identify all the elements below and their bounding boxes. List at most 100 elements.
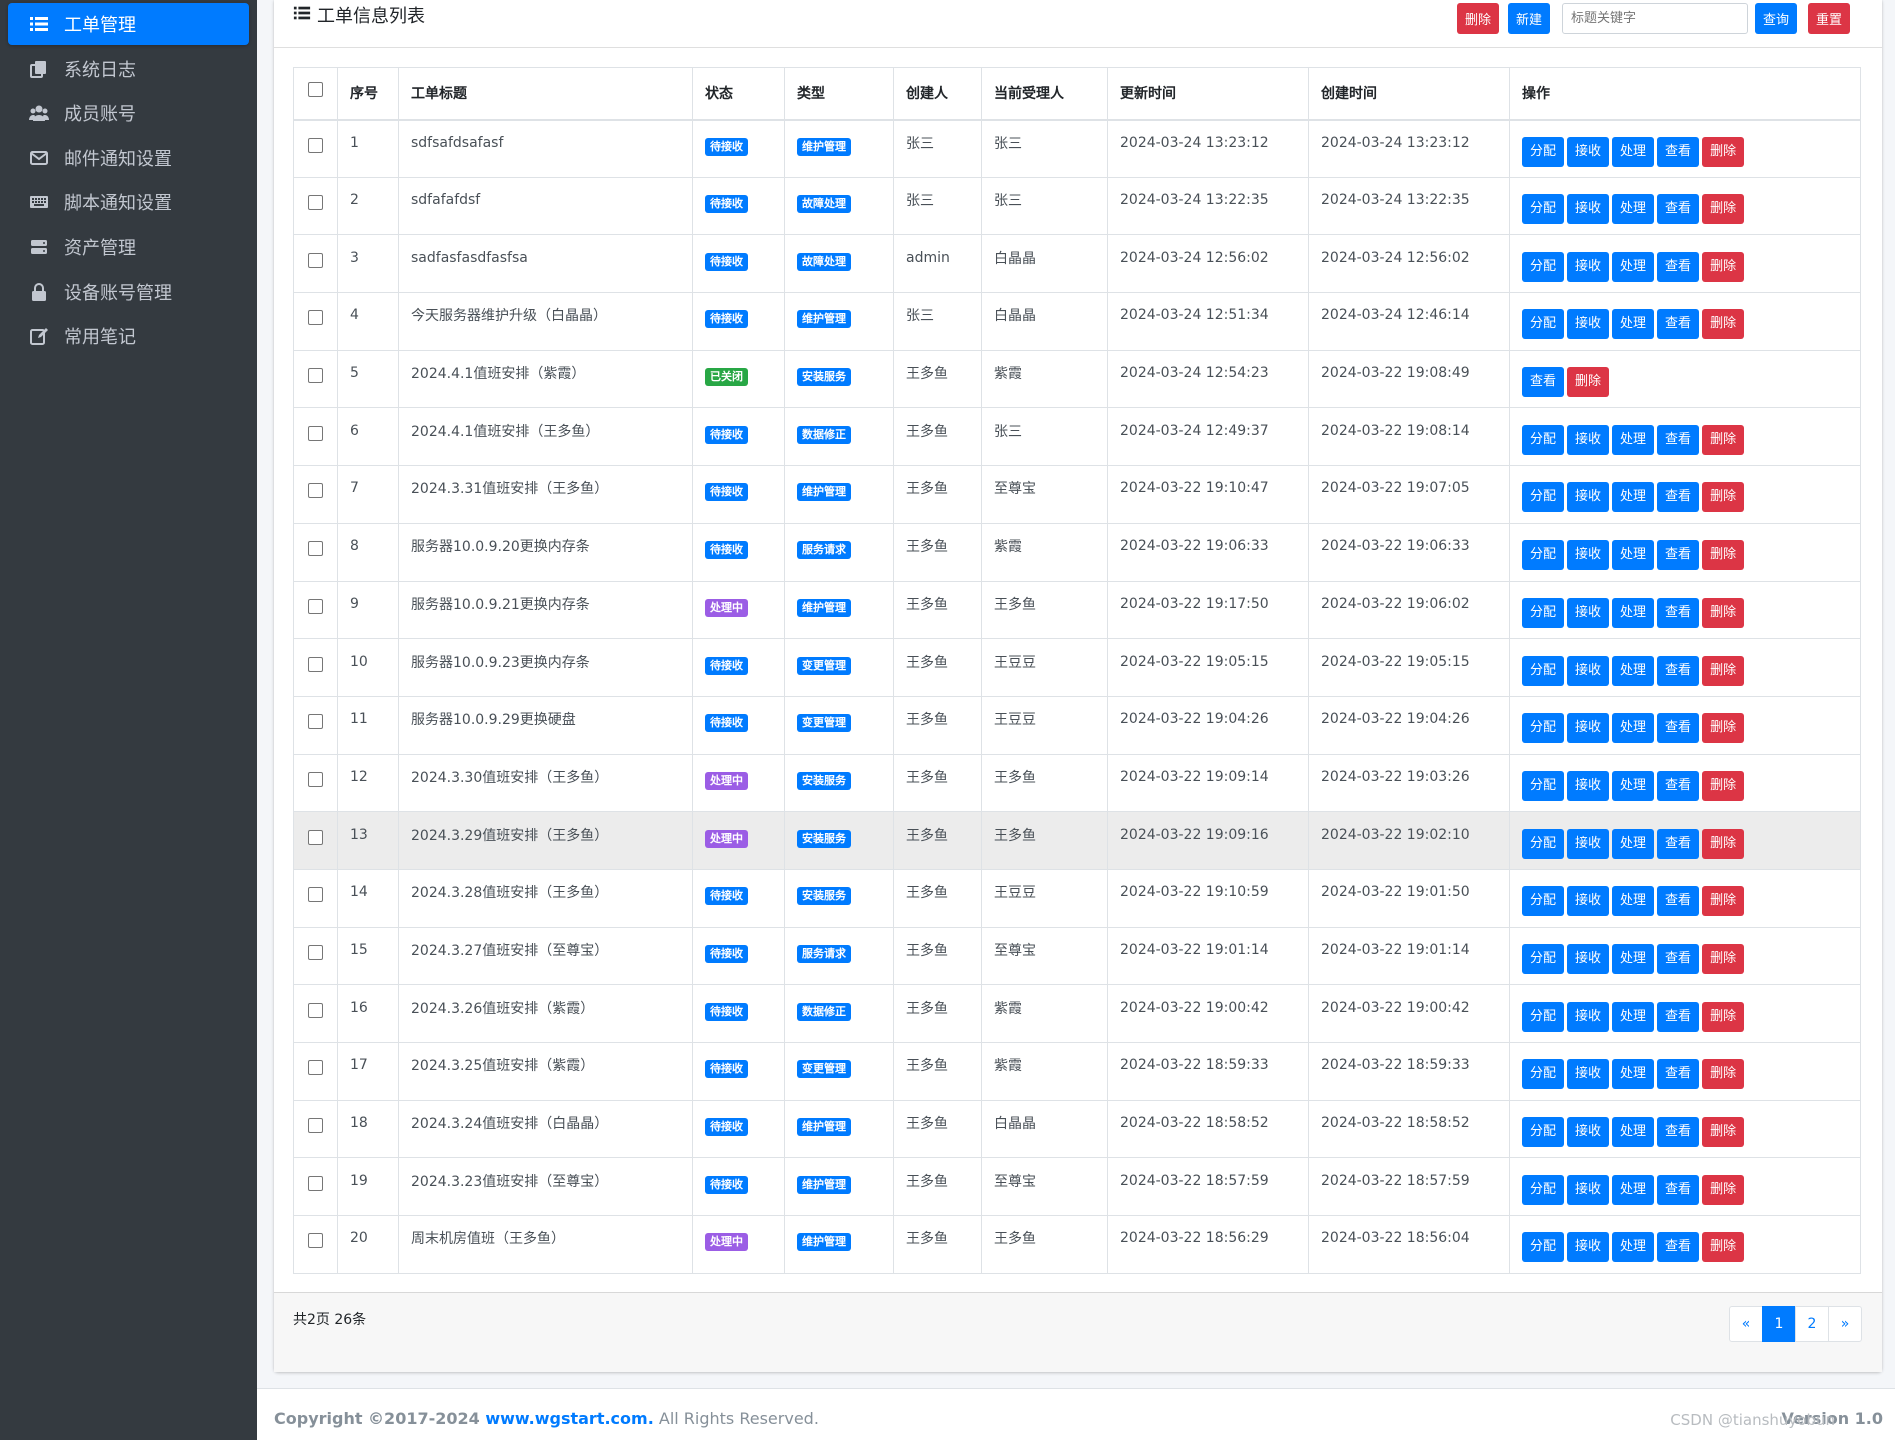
table-row[interactable]: 3 sadfasfasdfasfsa 待接收 故障处理 admin 白晶晶 2024-03-…: [293, 234, 1861, 294]
process-button[interactable]: 处理: [1612, 770, 1655, 801]
sidebar-item-4[interactable]: 脚本通知设置: [8, 181, 249, 223]
delete-button[interactable]: 删除: [1702, 713, 1745, 744]
delete-button[interactable]: 删除: [1702, 1117, 1745, 1148]
view-button[interactable]: 查看: [1657, 251, 1700, 282]
assign-button[interactable]: 分配: [1522, 424, 1565, 455]
delete-button[interactable]: 删除: [1702, 424, 1745, 455]
view-button[interactable]: 查看: [1657, 1232, 1700, 1263]
table-row[interactable]: 9 服务器10.0.9.21更换内存条 处理中 维护管理 王多鱼 王多鱼 2024-03-2…: [293, 580, 1861, 640]
pagination-page-1[interactable]: 1: [1762, 1306, 1796, 1342]
process-button[interactable]: 处理: [1612, 1117, 1655, 1148]
row-checkbox[interactable]: [308, 771, 323, 787]
table-row[interactable]: 8 服务器10.0.9.20更换内存条 待接收 服务请求 王多鱼 紫霞 2024-03-22…: [293, 522, 1861, 582]
assign-button[interactable]: 分配: [1522, 1117, 1565, 1148]
view-button[interactable]: 查看: [1657, 424, 1700, 455]
receive-button[interactable]: 接收: [1567, 1174, 1610, 1205]
assign-button[interactable]: 分配: [1522, 194, 1565, 225]
process-button[interactable]: 处理: [1612, 540, 1655, 571]
search-input[interactable]: [1562, 3, 1748, 34]
receive-button[interactable]: 接收: [1567, 770, 1610, 801]
table-row[interactable]: 2 sdfafafdsf 待接收 故障处理 张三 张三 2024-03-24 13:22:3…: [293, 176, 1861, 236]
receive-button[interactable]: 接收: [1567, 713, 1610, 744]
delete-button[interactable]: 删除: [1702, 655, 1745, 686]
site-link[interactable]: www.wgstart.com.: [485, 1409, 653, 1428]
row-checkbox[interactable]: [308, 195, 323, 211]
process-button[interactable]: 处理: [1612, 251, 1655, 282]
reset-button[interactable]: 重置: [1808, 3, 1851, 34]
row-checkbox[interactable]: [308, 656, 323, 672]
receive-button[interactable]: 接收: [1567, 943, 1610, 974]
row-checkbox[interactable]: [308, 541, 323, 557]
sidebar-item-3[interactable]: 邮件通知设置: [8, 137, 249, 179]
assign-button[interactable]: 分配: [1522, 943, 1565, 974]
view-button[interactable]: 查看: [1657, 943, 1700, 974]
table-row[interactable]: 4 今天服务器维护升级（白晶晶） 待接收 维护管理 张三 白晶晶 2024-03-24 12…: [293, 292, 1861, 351]
delete-button[interactable]: 删除: [1702, 1174, 1745, 1205]
delete-button[interactable]: 删除: [1702, 1059, 1745, 1090]
delete-button[interactable]: 删除: [1702, 1001, 1745, 1032]
assign-button[interactable]: 分配: [1522, 1001, 1565, 1032]
view-button[interactable]: 查看: [1657, 828, 1700, 859]
view-button[interactable]: 查看: [1657, 1117, 1700, 1148]
view-button[interactable]: 查看: [1657, 1174, 1700, 1205]
table-row[interactable]: 13 2024.3.29值班安排（王多鱼） 处理中 安装服务 王多鱼 王多鱼 2024-03…: [293, 811, 1861, 870]
view-button[interactable]: 查看: [1657, 770, 1700, 801]
row-checkbox[interactable]: [308, 887, 323, 903]
receive-button[interactable]: 接收: [1567, 194, 1610, 225]
delete-button[interactable]: 删除: [1702, 1232, 1745, 1263]
delete-button[interactable]: 删除: [1702, 943, 1745, 974]
delete-button[interactable]: 删除: [1702, 886, 1745, 917]
delete-button[interactable]: 删除: [1702, 309, 1745, 340]
sidebar-item-6[interactable]: 设备账号管理: [8, 271, 249, 313]
process-button[interactable]: 处理: [1612, 828, 1655, 859]
view-button[interactable]: 查看: [1657, 482, 1700, 513]
view-button[interactable]: 查看: [1657, 540, 1700, 571]
assign-button[interactable]: 分配: [1522, 540, 1565, 571]
assign-button[interactable]: 分配: [1522, 597, 1565, 628]
assign-button[interactable]: 分配: [1522, 136, 1565, 167]
row-checkbox[interactable]: [308, 137, 323, 153]
receive-button[interactable]: 接收: [1567, 1117, 1610, 1148]
row-checkbox[interactable]: [308, 368, 323, 384]
table-row[interactable]: 6 2024.4.1值班安排（王多鱼） 待接收 数据修正 王多鱼 张三 2024-03-24…: [293, 407, 1861, 467]
row-checkbox[interactable]: [308, 425, 323, 441]
receive-button[interactable]: 接收: [1567, 251, 1610, 282]
sidebar-item-0[interactable]: 工单管理: [8, 3, 249, 45]
delete-button[interactable]: 删除: [1702, 136, 1745, 167]
table-row[interactable]: 16 2024.3.26值班安排（紫霞） 待接收 数据修正 王多鱼 紫霞 2024-03-2…: [293, 984, 1861, 1043]
assign-button[interactable]: 分配: [1522, 770, 1565, 801]
row-checkbox[interactable]: [308, 1060, 323, 1076]
assign-button[interactable]: 分配: [1522, 1174, 1565, 1205]
process-button[interactable]: 处理: [1612, 1001, 1655, 1032]
view-button[interactable]: 查看: [1657, 597, 1700, 628]
delete-button[interactable]: 删除: [1702, 770, 1745, 801]
view-button[interactable]: 查看: [1522, 367, 1565, 398]
row-checkbox[interactable]: [308, 310, 323, 326]
table-row[interactable]: 19 2024.3.23值班安排（至尊宝） 待接收 维护管理 王多鱼 至尊宝 2024-03…: [293, 1157, 1861, 1217]
table-row[interactable]: 20 周末机房值班（王多鱼） 处理中 维护管理 王多鱼 王多鱼 2024-03-22 18:…: [293, 1215, 1861, 1274]
receive-button[interactable]: 接收: [1567, 424, 1610, 455]
receive-button[interactable]: 接收: [1567, 1059, 1610, 1090]
view-button[interactable]: 查看: [1657, 1001, 1700, 1032]
view-button[interactable]: 查看: [1657, 1059, 1700, 1090]
row-checkbox[interactable]: [308, 944, 323, 960]
view-button[interactable]: 查看: [1657, 886, 1700, 917]
pagination-page-2[interactable]: 2: [1795, 1306, 1829, 1342]
view-button[interactable]: 查看: [1657, 655, 1700, 686]
process-button[interactable]: 处理: [1612, 713, 1655, 744]
assign-button[interactable]: 分配: [1522, 713, 1565, 744]
sidebar-item-1[interactable]: 系统日志: [8, 48, 249, 90]
receive-button[interactable]: 接收: [1567, 136, 1610, 167]
pagination-next[interactable]: »: [1828, 1306, 1862, 1342]
row-checkbox[interactable]: [308, 1175, 323, 1191]
sidebar-item-2[interactable]: 成员账号: [8, 92, 249, 134]
bulk-delete-button[interactable]: 删除: [1457, 3, 1500, 34]
row-checkbox[interactable]: [308, 1002, 323, 1018]
assign-button[interactable]: 分配: [1522, 828, 1565, 859]
row-checkbox[interactable]: [308, 483, 323, 499]
receive-button[interactable]: 接收: [1567, 1232, 1610, 1263]
process-button[interactable]: 处理: [1612, 1232, 1655, 1263]
assign-button[interactable]: 分配: [1522, 1232, 1565, 1263]
delete-button[interactable]: 删除: [1702, 828, 1745, 859]
delete-button[interactable]: 删除: [1702, 540, 1745, 571]
